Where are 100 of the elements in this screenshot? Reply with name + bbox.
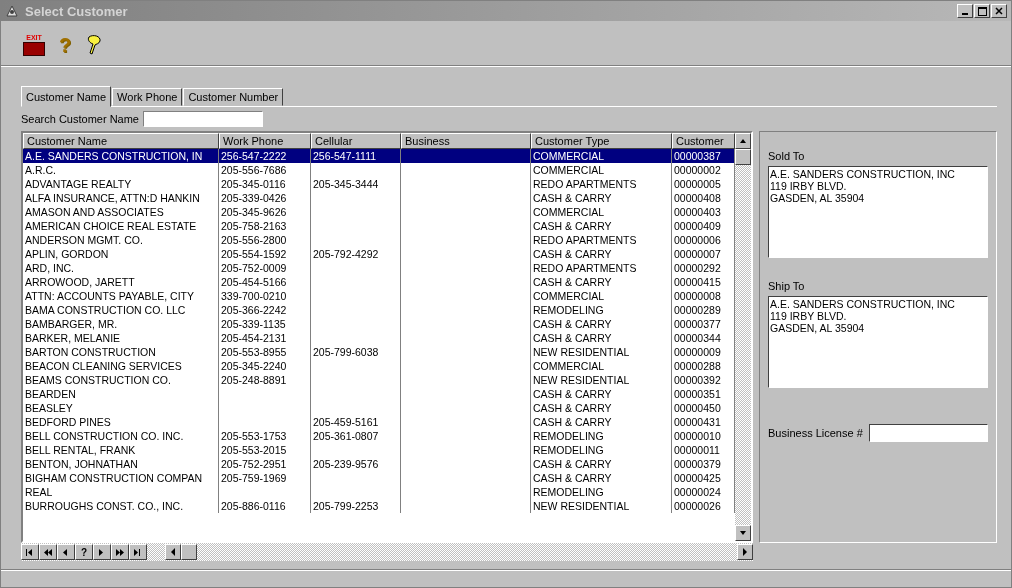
- table-cell: 205-454-5166: [219, 275, 311, 290]
- column-header[interactable]: Customer Type: [531, 133, 672, 150]
- table-cell: 205-366-2242: [219, 303, 311, 318]
- table-cell: NEW RESIDENTIAL: [531, 499, 672, 514]
- table-cell: BEDFORD PINES: [23, 415, 219, 430]
- table-cell: 205-339-1135: [219, 317, 311, 332]
- table-cell: ARD, INC.: [23, 261, 219, 276]
- table-cell: 205-339-0426: [219, 191, 311, 206]
- navigator-button[interactable]: [93, 544, 111, 561]
- sold-to-address-field[interactable]: A.E. SANDERS CONSTRUCTION, INC 119 IRBY BLVD. GASDEN, AL 35904: [768, 166, 988, 259]
- table-cell: 205-799-6038: [311, 345, 401, 360]
- tab[interactable]: Customer Name: [21, 86, 112, 108]
- table-cell: COMMERCIAL: [531, 205, 672, 220]
- close-button[interactable]: [991, 4, 1007, 19]
- table-cell: BEASLEY: [23, 401, 219, 416]
- table-cell: CASH & CARRY: [531, 401, 672, 416]
- table-cell: ALFA INSURANCE, ATTN:D HANKIN: [23, 191, 219, 206]
- table-cell: 205-554-1592: [219, 247, 311, 262]
- table-cell: 205-454-2131: [219, 331, 311, 346]
- table-cell: CASH & CARRY: [531, 415, 672, 430]
- column-header[interactable]: Work Phone: [219, 133, 311, 150]
- table-cell: 205-345-0116: [219, 177, 311, 192]
- table-cell: NEW RESIDENTIAL: [531, 345, 672, 360]
- tab[interactable]: Customer Number: [183, 88, 284, 107]
- table-cell: 205-758-2163: [219, 219, 311, 234]
- ship-to-label: Ship To: [768, 280, 806, 293]
- table-cell: REDO APARTMENTS: [531, 233, 672, 248]
- table-cell: CASH & CARRY: [531, 387, 672, 402]
- table-cell: ARROWOOD, JARETT: [23, 275, 219, 290]
- scroll-up-button[interactable]: [735, 133, 751, 150]
- table-cell: 205-361-0807: [311, 429, 401, 444]
- right-arrow-icon: [742, 548, 748, 557]
- table-cell: CASH & CARRY: [531, 331, 672, 346]
- table-cell: 205-799-2253: [311, 499, 401, 514]
- navigator-button[interactable]: [129, 544, 147, 561]
- table-cell: 205-556-7686: [219, 163, 311, 178]
- column-header[interactable]: Cellular: [311, 133, 401, 150]
- table-cell: BEACON CLEANING SERVICES: [23, 359, 219, 374]
- search-label: Search Customer Name: [21, 113, 139, 126]
- column-header[interactable]: Customer Name: [23, 133, 219, 150]
- table-cell: CASH & CARRY: [531, 275, 672, 290]
- maximize-button[interactable]: [974, 4, 990, 19]
- table-cell: 339-700-0210: [219, 289, 311, 304]
- table-cell: 205-556-2800: [219, 233, 311, 248]
- last-record-icon: [133, 547, 143, 557]
- table-cell: COMMERCIAL: [531, 359, 672, 374]
- table-cell: 205-345-9626: [219, 205, 311, 220]
- table-cell: REMODELING: [531, 303, 672, 318]
- table-cell: 205-752-0009: [219, 261, 311, 276]
- table-cell: BIGHAM CONSTRUCTION COMPAN: [23, 471, 219, 486]
- table-cell: CASH & CARRY: [531, 219, 672, 234]
- table-cell: CASH & CARRY: [531, 471, 672, 486]
- business-license-label: Business License #: [768, 427, 863, 440]
- table-cell: REMODELING: [531, 429, 672, 444]
- table-cell: 205-553-2015: [219, 443, 311, 458]
- navigator-button[interactable]: [111, 544, 129, 561]
- table-cell: COMMERCIAL: [531, 163, 672, 178]
- table-cell: APLIN, GORDON: [23, 247, 219, 262]
- table-cell: ATTN: ACCOUNTS PAYABLE, CITY: [23, 289, 219, 304]
- table-cell: REAL: [23, 485, 219, 500]
- table-cell: BAMBARGER, MR.: [23, 317, 219, 332]
- business-license-field[interactable]: [868, 424, 988, 443]
- scroll-down-button[interactable]: [735, 525, 751, 542]
- column-header[interactable]: Business: [401, 133, 531, 150]
- table-cell: ANDERSON MGMT. CO.: [23, 233, 219, 248]
- search-field[interactable]: [143, 111, 263, 128]
- table-cell: CASH & CARRY: [531, 247, 672, 262]
- ship-to-address-field[interactable]: A.E. SANDERS CONSTRUCTION, INC 119 IRBY BLVD. GASDEN, AL 35904: [768, 296, 988, 389]
- sold-to-label: Sold To: [768, 150, 806, 163]
- table-cell: BARTON CONSTRUCTION: [23, 345, 219, 360]
- table-cell: BENTON, JOHNATHAN: [23, 457, 219, 472]
- table-cell: REMODELING: [531, 443, 672, 458]
- table-cell: 00000387: [672, 149, 735, 164]
- scroll-thumb[interactable]: [181, 544, 197, 561]
- table-cell: 205-553-8955: [219, 345, 311, 360]
- table-cell: 205-459-5161: [311, 415, 401, 430]
- table-cell: 256-547-1111: [311, 149, 401, 164]
- table-cell: 205-345-2240: [219, 359, 311, 374]
- table-cell: 205-345-3444: [311, 177, 401, 192]
- scroll-thumb[interactable]: [735, 149, 751, 166]
- table-cell: BEARDEN: [23, 387, 219, 402]
- tab[interactable]: Work Phone: [112, 88, 183, 107]
- table-cell: BELL CONSTRUCTION CO. INC.: [23, 429, 219, 444]
- minimize-button[interactable]: [957, 4, 973, 19]
- table-cell: CASH & CARRY: [531, 317, 672, 332]
- navigator-button[interactable]: [21, 544, 39, 561]
- table-cell: AMASON AND ASSOCIATES: [23, 205, 219, 220]
- navigator-button[interactable]: [39, 544, 57, 561]
- scroll-right-button[interactable]: [737, 544, 753, 561]
- column-header[interactable]: Customer: [672, 133, 735, 150]
- left-arrow-icon: [170, 548, 176, 557]
- navigator-help-button[interactable]: ?: [75, 544, 93, 561]
- vertical-scrollbar[interactable]: [735, 133, 751, 542]
- table-cell: CASH & CARRY: [531, 191, 672, 206]
- table-cell: A.E. SANDERS CONSTRUCTION, IN: [23, 149, 219, 164]
- table-cell: 205-752-2951: [219, 457, 311, 472]
- navigator-button[interactable]: [57, 544, 75, 561]
- table-cell: REDO APARTMENTS: [531, 177, 672, 192]
- scroll-left-button[interactable]: [165, 544, 181, 561]
- table-cell: 256-547-2222: [219, 149, 311, 164]
